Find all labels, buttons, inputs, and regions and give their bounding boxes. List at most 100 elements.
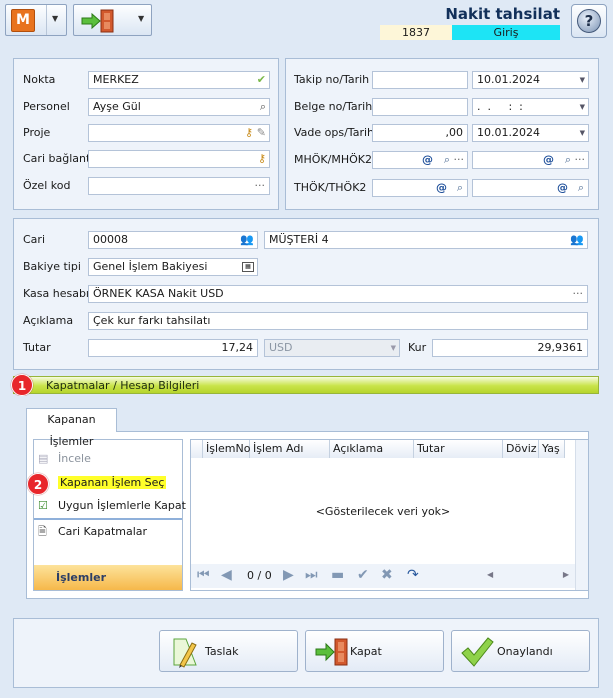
cari-baglanti-input[interactable]: ⚷: [88, 150, 270, 168]
exit-door-icon: [81, 9, 114, 33]
belge-date-input[interactable]: . . : : ▼: [472, 98, 589, 116]
key-lookup-icon: ⚷: [257, 152, 266, 165]
belge-no-input[interactable]: [372, 98, 468, 116]
tutar-label: Tutar: [23, 341, 51, 354]
grid-hscrollbar[interactable]: ◀ ▶: [481, 564, 575, 588]
grid-col-doviz[interactable]: Döviz: [503, 440, 539, 458]
lookup-icon: ⌕: [456, 181, 463, 194]
thok-label: THÖK/THÖK2: [294, 181, 367, 194]
belge-label: Belge no/Tarih: [294, 100, 373, 113]
dropdown-arrow-icon: ▼: [579, 76, 585, 84]
chevron-down-icon: ▼: [138, 14, 145, 23]
lookup-icon: ⌕: [564, 153, 571, 166]
proje-label: Proje: [23, 126, 51, 139]
grid-vscrollbar[interactable]: [575, 440, 588, 590]
grid-navigator: ⏮ ◀ 0 / 0 ▶ ⏭ ▬ ✔ ✖ ↷: [191, 564, 481, 588]
at-icon: @: [422, 153, 433, 166]
cancel-record-icon[interactable]: ✖: [381, 567, 393, 583]
checklist-icon: ☑: [38, 499, 48, 512]
ellipsis-icon: ···: [453, 153, 465, 166]
cari-name-input[interactable]: MÜŞTERİ 4 👥: [264, 231, 588, 249]
app-logo-icon: M: [11, 9, 35, 32]
vade-ops-input[interactable]: ,00: [372, 124, 468, 142]
scroll-left-icon: ◀: [487, 570, 494, 579]
key-lookup-icon: ⚷: [244, 126, 253, 139]
pager-text: 0 / 0: [247, 569, 272, 582]
nokta-label: Nokta: [23, 73, 56, 86]
app-menu-button[interactable]: M ▼: [5, 4, 67, 36]
personel-input[interactable]: Ayşe Gül ⌕: [88, 98, 270, 116]
at-icon: @: [557, 181, 568, 194]
takip-date-input[interactable]: 10.01.2024 ▼: [472, 71, 589, 89]
currency-select[interactable]: USD ▼: [264, 339, 400, 357]
sidebar-item-cari-kapatmalar[interactable]: 🗎 Cari Kapatmalar: [34, 521, 183, 543]
draft-button[interactable]: Taslak: [159, 630, 298, 672]
aciklama-input[interactable]: Çek kur farkı tahsilatı: [88, 312, 588, 330]
approved-button[interactable]: Onaylandı: [451, 630, 590, 672]
section-header-label: Kapatmalar / Hesap Bilgileri: [46, 379, 200, 392]
dropdown-arrow-icon: ▼: [390, 344, 396, 352]
vade-date-input[interactable]: 10.01.2024 ▼: [472, 124, 589, 142]
thok2-input[interactable]: @ ⌕: [472, 179, 589, 197]
sidebar-footer[interactable]: İşlemler: [34, 565, 182, 590]
grid-col-yas[interactable]: Yaş: [539, 440, 565, 458]
lookup-icon: ⌕: [577, 181, 584, 194]
check-icon: ✔: [256, 73, 266, 86]
takip-label: Takip no/Tarih: [294, 73, 370, 86]
at-icon: @: [543, 153, 554, 166]
draft-pen-icon: [173, 638, 197, 668]
prev-page-icon[interactable]: ◀: [221, 567, 232, 583]
dropdown-arrow-icon: ▼: [579, 129, 585, 137]
closings-grid[interactable]: İşlemNo İşlem Adı Açıklama Tutar Döviz Y…: [190, 439, 589, 591]
callout-badge-2: 2: [27, 473, 49, 495]
mhok2-input[interactable]: @ ⌕ ···: [472, 151, 589, 169]
section-header[interactable]: Kapatmalar / Hesap Bilgileri: [13, 376, 599, 394]
users-icon: 👥: [570, 233, 584, 246]
ozel-kod-input[interactable]: ···: [88, 177, 270, 195]
users-icon: 👥: [240, 233, 254, 246]
calculator-icon: ▦: [242, 262, 254, 272]
sidebar-item-uygun-islemlerle-kapat[interactable]: ☑ Uygun İşlemlerle Kapat: [34, 495, 186, 517]
grid-col-indicator: [191, 440, 203, 458]
grid-empty-text: <Gösterilecek veri yok>: [315, 505, 451, 518]
vade-label: Vade ops/Tarih: [294, 126, 374, 139]
nokta-input[interactable]: MERKEZ ✔: [88, 71, 270, 89]
exit-menu-button[interactable]: ▼: [73, 4, 152, 36]
first-page-icon[interactable]: ⏮: [197, 567, 210, 583]
bakiye-label: Bakiye tipi: [23, 260, 81, 273]
mhok-input[interactable]: @ ⌕ ···: [372, 151, 468, 169]
last-page-icon[interactable]: ⏭: [305, 567, 318, 583]
grid-col-aciklama[interactable]: Açıklama: [330, 440, 414, 458]
cari-code-input[interactable]: 00008 👥: [88, 231, 258, 249]
exit-door-icon: [315, 638, 348, 666]
remove-record-icon[interactable]: ▬: [331, 567, 344, 583]
grid-col-tutar[interactable]: Tutar: [414, 440, 503, 458]
view-icon: ▤: [38, 452, 49, 465]
refresh-icon[interactable]: ↷: [407, 567, 419, 583]
grid-col-islem-adi[interactable]: İşlem Adı: [250, 440, 330, 458]
tab-kapanan-islemler[interactable]: Kapanan İşlemler: [26, 408, 117, 448]
confirm-record-icon[interactable]: ✔: [357, 567, 369, 583]
cari-baglanti-label: Cari bağlantı: [23, 152, 94, 165]
help-button[interactable]: ?: [571, 4, 607, 38]
kasa-input[interactable]: ÖRNEK KASA Nakit USD ···: [88, 285, 588, 303]
sidebar-item-kapanan-islem-sec[interactable]: Kapanan İşlem Seç: [34, 472, 183, 494]
draft-button-label: Taslak: [205, 645, 239, 658]
personel-label: Personel: [23, 100, 70, 113]
tutar-input[interactable]: 17,24: [88, 339, 258, 357]
close-button[interactable]: Kapat: [305, 630, 444, 672]
bakiye-input[interactable]: Genel İşlem Bakiyesi ▦: [88, 258, 258, 276]
aciklama-label: Açıklama: [23, 314, 74, 327]
kur-input[interactable]: 29,9361: [432, 339, 588, 357]
ellipsis-icon: ···: [254, 179, 266, 192]
person-lookup-icon: ⌕: [259, 100, 266, 113]
proje-input[interactable]: ⚷ ✎: [88, 124, 270, 142]
next-page-icon[interactable]: ▶: [283, 567, 294, 583]
thok-input[interactable]: @ ⌕: [372, 179, 468, 197]
takip-no-input[interactable]: [372, 71, 468, 89]
doc-type-badge: Giriş: [452, 25, 560, 40]
grid-col-islemno[interactable]: İşlemNo: [203, 440, 250, 458]
ellipsis-icon: ···: [574, 153, 586, 166]
mhok-label: MHÖK/MHÖK2: [294, 153, 372, 166]
close-button-label: Kapat: [350, 645, 382, 658]
